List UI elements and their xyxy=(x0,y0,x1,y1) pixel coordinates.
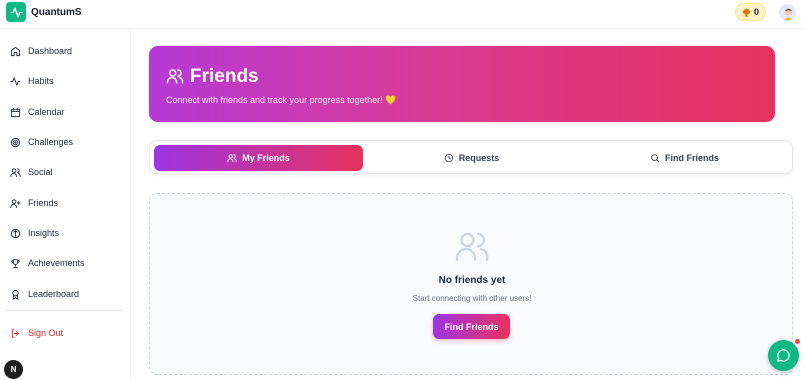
tab-label: My Friends xyxy=(242,153,290,163)
dev-badge[interactable]: N xyxy=(4,360,23,379)
sidebar-item-habits[interactable]: Habits xyxy=(10,72,54,90)
points-badge[interactable]: 0 xyxy=(735,3,766,21)
sidebar-item-social[interactable]: Social xyxy=(10,163,53,181)
notification-dot xyxy=(794,338,801,345)
compass-icon xyxy=(10,228,21,238)
target-icon xyxy=(10,137,21,147)
calendar-icon xyxy=(10,107,21,117)
sign-out-label: Sign Out xyxy=(28,328,64,338)
empty-state-subtitle: Start connecting with other users! xyxy=(412,294,532,303)
sidebar-item-label: Insights xyxy=(28,228,60,238)
points-value: 0 xyxy=(753,7,759,17)
sign-out-button[interactable]: Sign Out xyxy=(10,324,63,342)
empty-state-card: No friends yet Start connecting with oth… xyxy=(149,193,793,375)
avatar[interactable] xyxy=(779,4,796,21)
sidebar-item-challenges[interactable]: Challenges xyxy=(10,133,73,151)
tab-label: Find Friends xyxy=(665,153,719,163)
sidebar-item-calendar[interactable]: Calendar xyxy=(10,103,65,121)
users-icon xyxy=(227,154,237,163)
sidebar: Dashboard Habits Calendar Challenges Soc… xyxy=(0,29,131,380)
find-friends-button[interactable]: Find Friends xyxy=(433,314,510,339)
sidebar-item-label: Friends xyxy=(28,198,59,208)
tab-requests[interactable]: Requests xyxy=(367,145,576,171)
clock-icon xyxy=(444,153,453,163)
friends-hero-banner: Friends Connect with friends and track y… xyxy=(149,46,775,122)
logo-activity-icon[interactable] xyxy=(6,2,26,22)
search-icon xyxy=(651,154,660,163)
trophy-icon xyxy=(11,258,20,268)
home-icon xyxy=(10,46,21,56)
users-icon xyxy=(166,69,184,84)
award-icon xyxy=(12,289,19,300)
user-plus-icon xyxy=(10,198,21,208)
trophy-icon xyxy=(742,8,751,17)
users-icon xyxy=(455,232,489,261)
sidebar-item-friends[interactable]: Friends xyxy=(10,194,58,212)
chat-button[interactable] xyxy=(768,340,799,371)
app-name[interactable]: QuantumS xyxy=(31,7,82,18)
main-content: Friends Connect with friends and track y… xyxy=(131,29,806,380)
sidebar-item-label: Social xyxy=(28,167,53,177)
sidebar-divider xyxy=(6,310,122,311)
sidebar-item-label: Calendar xyxy=(28,107,65,117)
tab-my-friends[interactable]: My Friends xyxy=(154,145,363,171)
page-title: Friends xyxy=(190,66,259,87)
log-out-icon xyxy=(11,328,19,338)
users-icon xyxy=(10,167,21,177)
tab-label: Requests xyxy=(458,153,500,163)
sidebar-item-leaderboard[interactable]: Leaderboard xyxy=(10,285,79,303)
activity-icon xyxy=(10,76,21,86)
sidebar-item-label: Dashboard xyxy=(28,46,73,56)
sidebar-item-dashboard[interactable]: Dashboard xyxy=(10,42,72,60)
page-subtitle: Connect with friends and track your prog… xyxy=(166,95,397,105)
sidebar-item-achievements[interactable]: Achievements xyxy=(10,254,85,272)
sidebar-item-insights[interactable]: Insights xyxy=(10,224,59,242)
tab-find-friends[interactable]: Find Friends xyxy=(580,145,789,171)
friends-tabs: My Friends Requests Find Friends xyxy=(149,140,793,174)
sidebar-item-label: Achievements xyxy=(28,258,85,268)
sidebar-item-label: Leaderboard xyxy=(28,289,80,299)
sidebar-item-label: Challenges xyxy=(28,137,74,147)
top-bar: QuantumS 0 xyxy=(0,0,806,29)
sidebar-item-label: Habits xyxy=(28,76,54,86)
message-circle-icon xyxy=(777,349,790,362)
empty-state-title: No friends yet xyxy=(438,275,506,286)
